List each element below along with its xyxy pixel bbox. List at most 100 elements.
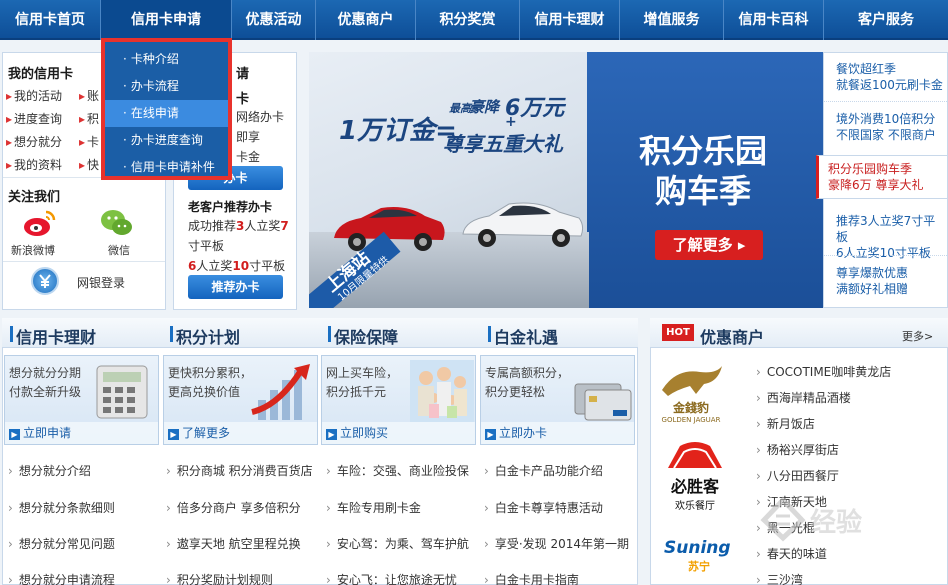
logo-text: 必胜客 xyxy=(670,477,719,496)
promo-overseas[interactable]: 境外消费10倍积分 不限国家 不限商户 xyxy=(836,111,936,143)
link-card-short[interactable]: ▸ 卡 xyxy=(79,133,99,150)
dropdown-card-types[interactable]: 卡种介绍 xyxy=(105,46,228,73)
nav-customer-service[interactable]: 客户服务 xyxy=(824,0,948,40)
link-my-info[interactable]: ▸ 我的资料 xyxy=(6,156,62,173)
golden-jaguar-logo[interactable]: 金錢豹 GOLDEN JAGUAR xyxy=(656,360,726,430)
side-promos: 餐饮超红季 就餐返100元刷卡金 境外消费10倍积分 不限国家 不限商户 积分乐园购… xyxy=(816,52,948,308)
link-quick-short[interactable]: ▸ 快 xyxy=(79,156,99,173)
finance-link[interactable]: 想分就分申请流程 xyxy=(8,571,115,585)
promo-hot-deals[interactable]: 尊享爆款优惠 满额好礼相赠 xyxy=(836,265,908,297)
merchants-more-link[interactable]: 更多> xyxy=(902,328,933,344)
link-label: 账 xyxy=(87,89,100,103)
nav-value-added[interactable]: 增值服务 xyxy=(620,0,724,40)
merchant-item[interactable]: 西海岸精品酒楼 xyxy=(756,389,851,406)
wechat-icon[interactable] xyxy=(99,208,135,238)
link-progress[interactable]: ▸ 进度查询 xyxy=(6,110,62,127)
hot-badge: HOT xyxy=(662,324,694,341)
nav-merchants[interactable]: 优惠商户 xyxy=(316,0,416,40)
dropdown-progress-query[interactable]: 办卡进度查询 xyxy=(105,127,228,154)
referral-size: 10 xyxy=(232,259,250,273)
promo-line: 豪降6万 尊享大礼 xyxy=(828,178,924,192)
module-box-finance[interactable]: 想分就分分期 付款全新升级 ▶ 立即申请 xyxy=(4,355,159,445)
finance-link[interactable]: 想分就分介绍 xyxy=(8,462,91,479)
action-label: 立即办卡 xyxy=(499,426,548,440)
merchant-item[interactable]: 八分田西餐厅 xyxy=(756,467,839,484)
module-desc: 付款全新升级 xyxy=(9,385,82,399)
points-link[interactable]: 积分商城 积分消费百货店 xyxy=(166,462,313,479)
points-link[interactable]: 倍多分商户 享多倍积分 xyxy=(166,499,301,516)
module-desc: 专属高额积分， xyxy=(485,366,570,380)
finance-link[interactable]: 想分就分常见问题 xyxy=(8,535,115,552)
module-title-points[interactable]: 积分计划 xyxy=(169,324,240,348)
promo-dining[interactable]: 餐饮超红季 就餐返100元刷卡金 xyxy=(836,61,943,93)
merchant-item[interactable]: 杨裕兴厚街店 xyxy=(756,441,839,458)
module-desc: 更快积分累积， xyxy=(168,366,253,380)
link-label: 卡 xyxy=(87,135,100,149)
module-desc: 积分更轻松 xyxy=(485,385,546,399)
merchant-item[interactable]: COCOTIME咖啡黄龙店 xyxy=(756,363,891,380)
promo-car-season[interactable]: 积分乐园购车季 豪降6万 尊享大礼 xyxy=(828,161,923,193)
apply-line: 网络办卡 xyxy=(236,110,285,124)
module-title-finance[interactable]: 信用卡理财 xyxy=(9,324,96,348)
finance-link[interactable]: 想分就分条款细则 xyxy=(8,499,115,516)
nav-finance[interactable]: 信用卡理财 xyxy=(520,0,620,40)
link-account[interactable]: ▸ 账 xyxy=(79,87,99,104)
module-action-points[interactable]: ▶ 了解更多 xyxy=(164,422,317,444)
referral-text: 成功推荐3人立奖7 寸平板 6人立奖10寸平板 xyxy=(188,216,296,276)
nav-promotions[interactable]: 优惠活动 xyxy=(232,0,316,40)
referral-button[interactable]: 推荐办卡 xyxy=(188,275,283,299)
platinum-link[interactable]: 白金卡用卡指南 xyxy=(484,571,579,585)
merchant-item[interactable]: 春天的味道 xyxy=(756,545,827,562)
module-box-points[interactable]: 更快积分累积， 更高兑换价值 ▶ 了解更多 xyxy=(163,355,318,445)
link-label: 想分就分 xyxy=(14,135,63,149)
link-my-activity[interactable]: ▸ 我的活动 xyxy=(6,87,62,104)
weibo-icon[interactable] xyxy=(21,208,57,238)
apply-title: 请 xyxy=(236,67,250,82)
points-link[interactable]: 积分奖励计划规则 xyxy=(166,571,273,585)
wechat-label: 微信 xyxy=(108,244,130,257)
promo-referral[interactable]: 推荐3人立奖7寸平板 6人立奖10寸平板 xyxy=(836,213,947,261)
merchant-item[interactable]: 新月饭店 xyxy=(756,415,815,432)
insurance-link[interactable]: 安心驾：为乘、驾车护航 xyxy=(326,535,469,552)
insurance-link[interactable]: 安心飞：让您旅途无忧 xyxy=(326,571,457,585)
nav-apply[interactable]: 信用卡申请 xyxy=(101,0,232,40)
merchant-item[interactable]: 三沙湾 xyxy=(756,571,803,585)
banner-more-button[interactable]: 了解更多 ▸ xyxy=(655,230,763,260)
module-desc: 更高兑换价值 xyxy=(168,385,241,399)
module-title-insurance[interactable]: 保险保障 xyxy=(327,324,398,348)
module-action-insurance[interactable]: ▶ 立即购买 xyxy=(322,422,475,444)
insurance-link[interactable]: 车险专用刷卡金 xyxy=(326,499,421,516)
platinum-link[interactable]: 白金卡尊享特惠活动 xyxy=(484,499,603,516)
banner-luxury: 豪降 xyxy=(469,98,500,116)
link-installment[interactable]: ▸ 想分就分 xyxy=(6,133,62,150)
platinum-link[interactable]: 享受·发现 2014年第一期 xyxy=(484,535,629,552)
netbank-label[interactable]: 网银登录 xyxy=(77,274,125,291)
dropdown-online-apply[interactable]: 在线申请 xyxy=(105,100,228,127)
module-box-insurance[interactable]: 网上买车险， 积分抵千元 ▶ 立即购买 xyxy=(321,355,476,445)
promo-line: 境外消费10倍积分 xyxy=(836,112,936,126)
promo-line: 满额好礼相赠 xyxy=(836,282,909,296)
suning-logo[interactable]: Suning 苏宁 xyxy=(664,538,734,578)
banner[interactable]: 1万订金= 最高 豪降 6万元 + 尊享五重大礼 上海站 10月限量特供 积分乐… xyxy=(309,52,823,308)
nav-encyclopedia[interactable]: 信用卡百科 xyxy=(724,0,824,40)
module-box-platinum[interactable]: 专属高额积分， 积分更轻松 ▶ 立即办卡 xyxy=(480,355,635,445)
nav-home[interactable]: 信用卡首页 xyxy=(0,0,101,40)
module-action-finance[interactable]: ▶ 立即申请 xyxy=(5,422,158,444)
dropdown-supplementary-docs[interactable]: 信用卡申请补件 xyxy=(105,154,228,181)
divider xyxy=(824,101,947,102)
pizza-hut-logo[interactable]: 必胜客 欢乐餐厅 xyxy=(660,440,730,512)
banner-deposit: 1万订金= xyxy=(339,116,457,146)
insurance-link[interactable]: 车险：交强、商业险投保 xyxy=(326,462,469,479)
promo-line: 6人立奖10寸平板 xyxy=(836,246,931,260)
netbank-icon[interactable] xyxy=(31,267,59,295)
promo-line: 不限国家 不限商户 xyxy=(836,128,936,142)
platinum-link[interactable]: 白金卡产品功能介绍 xyxy=(484,462,603,479)
referral-text-part: 寸平板 xyxy=(188,239,225,253)
promo-line: 推荐3人立奖7寸平板 xyxy=(836,214,936,244)
dropdown-apply-process[interactable]: 办卡流程 xyxy=(105,73,228,100)
points-link[interactable]: 遨享天地 航空里程兑换 xyxy=(166,535,301,552)
link-points-short[interactable]: ▸ 积 xyxy=(79,110,99,127)
nav-points[interactable]: 积分奖赏 xyxy=(416,0,520,40)
module-action-platinum[interactable]: ▶ 立即办卡 xyxy=(481,422,634,444)
module-title-platinum[interactable]: 白金礼遇 xyxy=(487,324,558,348)
